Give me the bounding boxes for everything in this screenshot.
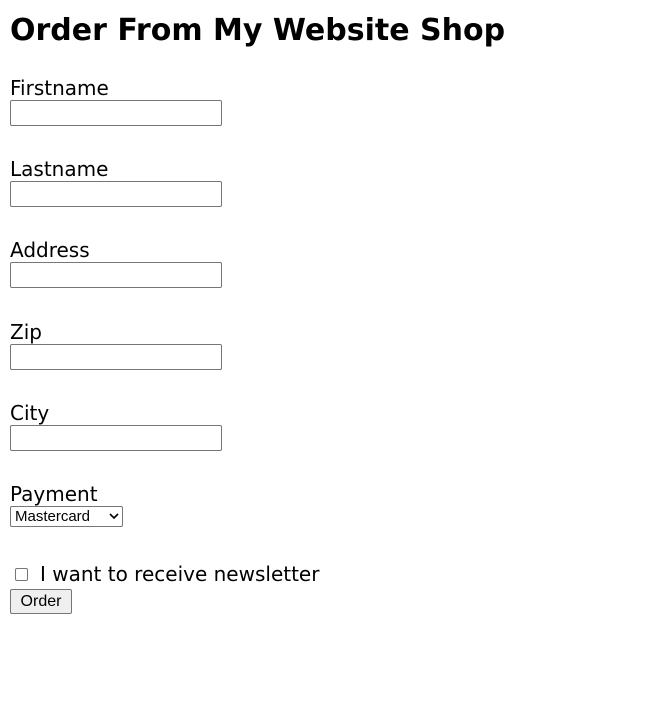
payment-selected-value: Mastercard [15, 508, 91, 525]
zip-field-group: Zip [10, 320, 310, 370]
payment-select[interactable]: Mastercard [10, 506, 123, 527]
page-title: Order From My Website Shop [10, 13, 506, 48]
city-label: City [10, 401, 50, 425]
address-label: Address [10, 238, 90, 262]
newsletter-checkbox[interactable] [15, 567, 28, 581]
order-button[interactable]: Order [10, 589, 72, 614]
city-field-group: City [10, 401, 310, 451]
city-input[interactable] [10, 425, 222, 451]
payment-field-group: Payment Mastercard [10, 482, 310, 527]
lastname-field-group: Lastname [10, 157, 310, 207]
payment-label: Payment [10, 482, 98, 506]
zip-label: Zip [10, 320, 42, 344]
firstname-input[interactable] [10, 100, 222, 126]
lastname-label: Lastname [10, 157, 109, 181]
lastname-input[interactable] [10, 181, 222, 207]
firstname-field-group: Firstname [10, 76, 310, 126]
newsletter-label: I want to receive newsletter [40, 562, 320, 586]
address-input[interactable] [10, 262, 222, 288]
address-field-group: Address [10, 238, 310, 288]
zip-input[interactable] [10, 344, 222, 370]
newsletter-row: I want to receive newsletter [10, 561, 319, 587]
firstname-label: Firstname [10, 76, 109, 100]
chevron-down-icon [109, 513, 119, 520]
